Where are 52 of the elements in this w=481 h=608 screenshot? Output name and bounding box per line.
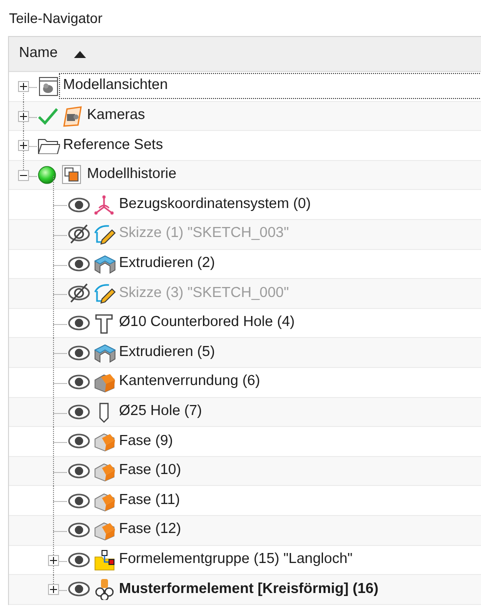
tree-item-label[interactable]: Kameras	[84, 104, 148, 128]
view-window-icon	[37, 75, 60, 98]
tree-item-label[interactable]: Formelementgruppe (15) "Langloch"	[116, 548, 356, 572]
tree-line	[53, 368, 68, 398]
tree-item-label[interactable]: Fase (10)	[116, 459, 184, 483]
sketch-pencil-icon	[93, 282, 116, 304]
history-icon	[61, 164, 84, 186]
tree-line	[53, 338, 68, 368]
column-header[interactable]: Name	[19, 43, 58, 65]
plus-icon	[50, 586, 57, 594]
feature-group-icon	[93, 548, 116, 571]
expand-toggle[interactable]	[18, 140, 29, 152]
extruded-block-icon	[93, 252, 116, 275]
tree-item-label[interactable]: Kantenverrundung (6)	[116, 370, 264, 394]
tree-line	[53, 279, 68, 310]
coordinate-system-icon	[93, 194, 116, 216]
tree-item-label[interactable]: Fase (9)	[116, 430, 176, 454]
tree-item-label[interactable]: Extrudieren (2)	[116, 252, 218, 276]
plus-icon	[50, 556, 57, 564]
tree-line	[53, 456, 68, 487]
tree-item-label[interactable]: Ø25 Hole (7)	[116, 400, 206, 424]
panel-title: Teile-Navigator	[8, 9, 104, 28]
tree-item-label[interactable]: Modellhistorie	[84, 163, 180, 187]
tree-item-label[interactable]: Fase (11)	[116, 488, 183, 512]
tree-item-label[interactable]: Bezugskoordinatensystem (0)	[116, 192, 314, 217]
tree-line	[53, 516, 68, 546]
sketch-pencil-icon	[93, 223, 116, 246]
plus-icon	[20, 112, 27, 120]
tree-line	[53, 427, 68, 458]
tree-item-label[interactable]: Reference Sets	[60, 134, 166, 158]
expand-toggle[interactable]	[48, 554, 59, 566]
expand-toggle[interactable]	[18, 81, 29, 92]
tree-line	[53, 486, 68, 516]
tree-line	[53, 250, 68, 280]
extruded-block-icon	[93, 342, 116, 364]
camera-icon	[61, 104, 84, 127]
rounded-cube-icon	[93, 371, 116, 394]
expand-toggle[interactable]	[48, 584, 59, 596]
collapse-toggle[interactable]	[18, 170, 29, 181]
hidden-eye-icon[interactable]	[67, 223, 91, 246]
tree-item-label[interactable]: Fase (12)	[116, 518, 184, 542]
tree-item-label[interactable]: Ø10 Counterbored Hole (4)	[116, 311, 298, 335]
plus-icon	[20, 83, 27, 90]
pattern-circles-icon	[93, 578, 116, 600]
tree-item-label[interactable]: Extrudieren (5)	[116, 340, 218, 365]
hidden-eye-icon[interactable]	[67, 282, 91, 304]
tree-line	[53, 308, 68, 339]
plus-icon	[20, 142, 27, 150]
expand-toggle[interactable]	[18, 110, 29, 122]
tree-line	[53, 220, 68, 250]
tree-line	[53, 398, 68, 428]
tree-item-label[interactable]: Modellansichten	[60, 74, 481, 98]
